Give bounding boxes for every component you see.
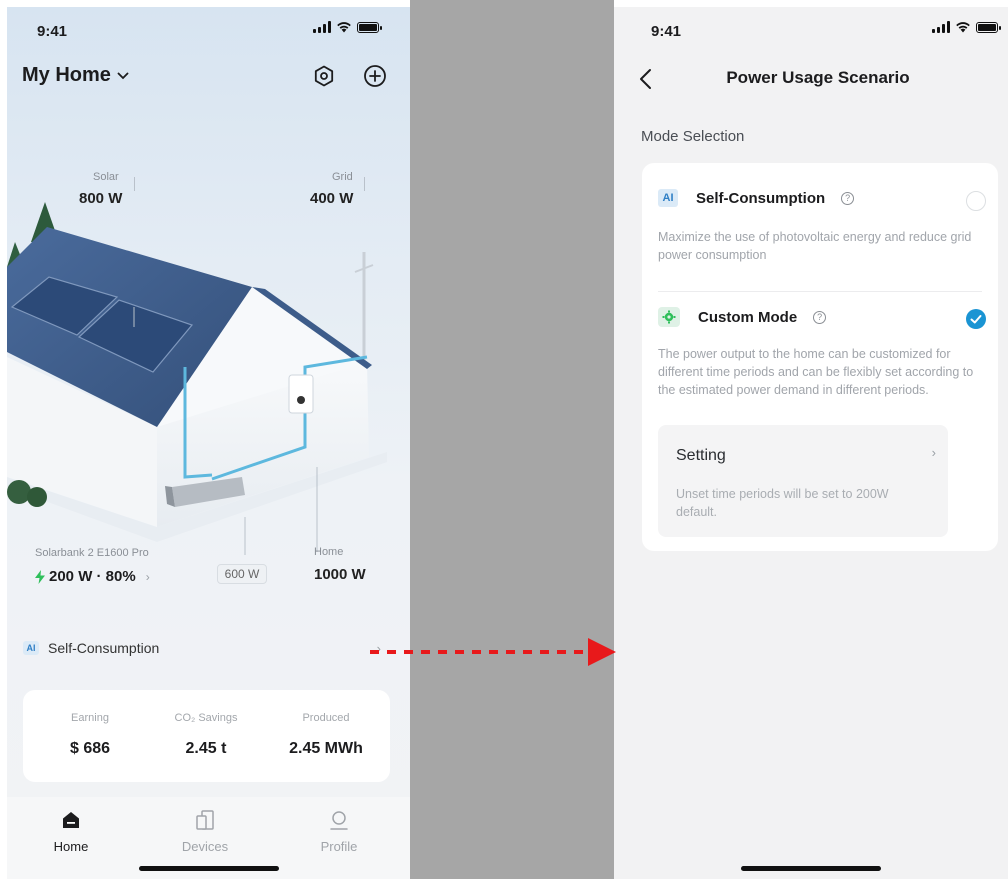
wifi-icon xyxy=(337,22,351,33)
home-selector[interactable]: My Home xyxy=(22,64,129,87)
tab-label: Profile xyxy=(320,839,358,854)
stat-value: $ 686 xyxy=(69,740,111,757)
signal-icon xyxy=(932,21,950,33)
option-name: Self-Consumption xyxy=(696,189,826,207)
stat-label: Earning xyxy=(71,712,109,724)
stats-card: Earning $ 686 CO₂ Savings 2.45 t Produce… xyxy=(23,690,390,782)
mode-row[interactable]: AI Self-Consumption › xyxy=(23,623,393,673)
tab-profile[interactable]: Profile xyxy=(299,807,379,854)
home-value: 1000 W xyxy=(314,566,366,583)
tab-home[interactable]: Home xyxy=(31,807,111,854)
solar-leader-line xyxy=(134,177,135,191)
navigation-arrow-annotation xyxy=(370,638,616,666)
radio-custom-mode[interactable] xyxy=(966,309,986,329)
ai-badge: AI xyxy=(658,189,678,207)
house-energy-illustration xyxy=(7,202,387,555)
stat-value: 2.45 MWh xyxy=(289,740,363,757)
stat-label: CO₂ Savings xyxy=(174,712,238,724)
device-status[interactable]: 200 W · 80% › xyxy=(35,568,150,585)
checkmark-icon xyxy=(970,315,982,324)
option-name: Custom Mode xyxy=(698,308,798,326)
radio-self-consumption[interactable] xyxy=(966,191,986,211)
settings-hexagon-icon[interactable] xyxy=(312,64,336,88)
help-icon[interactable]: ? xyxy=(841,191,855,205)
help-icon[interactable]: ? xyxy=(813,310,827,324)
battery-icon xyxy=(976,21,1001,33)
lightning-icon xyxy=(35,569,45,584)
status-icons xyxy=(932,21,1001,33)
setting-row[interactable]: Setting › Unset time periods will be set… xyxy=(658,425,948,537)
power-usage-scenario-screen: 9:41 Power Usage Scenario Mode Selection… xyxy=(614,7,1008,879)
profile-icon xyxy=(330,811,348,830)
wifi-icon xyxy=(956,22,970,33)
tab-bar: Home Devices Profile xyxy=(7,797,410,879)
signal-icon xyxy=(313,21,331,33)
option-description: The power output to the home can be cust… xyxy=(658,347,974,397)
mode-selection-card: AI Self-Consumption ? Maximize the use o… xyxy=(642,163,998,551)
chevron-right-icon: › xyxy=(931,445,936,460)
status-time: 9:41 xyxy=(37,23,68,40)
divider xyxy=(658,291,982,292)
option-self-consumption[interactable]: AI Self-Consumption ? xyxy=(658,189,855,207)
add-icon[interactable] xyxy=(363,64,387,88)
stat-label: Produced xyxy=(302,712,350,724)
battery-icon xyxy=(357,21,382,33)
status-icons xyxy=(313,21,382,33)
grid-leader-line xyxy=(364,177,365,191)
home-icon xyxy=(63,812,79,828)
ai-badge: AI xyxy=(23,641,39,655)
section-label: Mode Selection xyxy=(641,128,745,145)
setting-title: Setting xyxy=(676,447,726,464)
home-indicator xyxy=(138,866,279,871)
separator-panel xyxy=(410,0,614,879)
screenshot-canvas: 9:41 My Home Solar 800 W Grid 400 W Sola… xyxy=(0,0,1008,879)
tab-devices[interactable]: Devices xyxy=(165,807,245,854)
chevron-down-icon xyxy=(117,72,129,79)
gear-badge-icon xyxy=(658,307,680,327)
setting-note: Unset time periods will be set to 200W d… xyxy=(676,487,889,519)
home-screen: 9:41 My Home Solar 800 W Grid 400 W Sola… xyxy=(7,7,410,879)
device-name-label: Solarbank 2 E1600 Pro xyxy=(35,547,149,559)
devices-icon xyxy=(196,810,214,830)
page-title: Power Usage Scenario xyxy=(726,68,910,87)
home-indicator xyxy=(741,866,881,871)
chevron-right-icon: › xyxy=(145,569,150,584)
battery-flow-value: 600 W xyxy=(217,564,267,584)
tab-label: Home xyxy=(53,839,89,854)
device-power-value: 200 W · 80% xyxy=(49,568,136,585)
stat-value: 2.45 t xyxy=(185,740,227,757)
option-description: Maximize the use of photovoltaic energy … xyxy=(658,230,972,262)
home-label: Home xyxy=(314,546,344,558)
mode-label: Self-Consumption xyxy=(48,640,160,656)
home-title: My Home xyxy=(22,64,111,86)
status-time: 9:41 xyxy=(651,23,682,40)
option-custom-mode[interactable]: Custom Mode ? xyxy=(658,307,827,327)
tab-label: Devices xyxy=(181,839,229,854)
